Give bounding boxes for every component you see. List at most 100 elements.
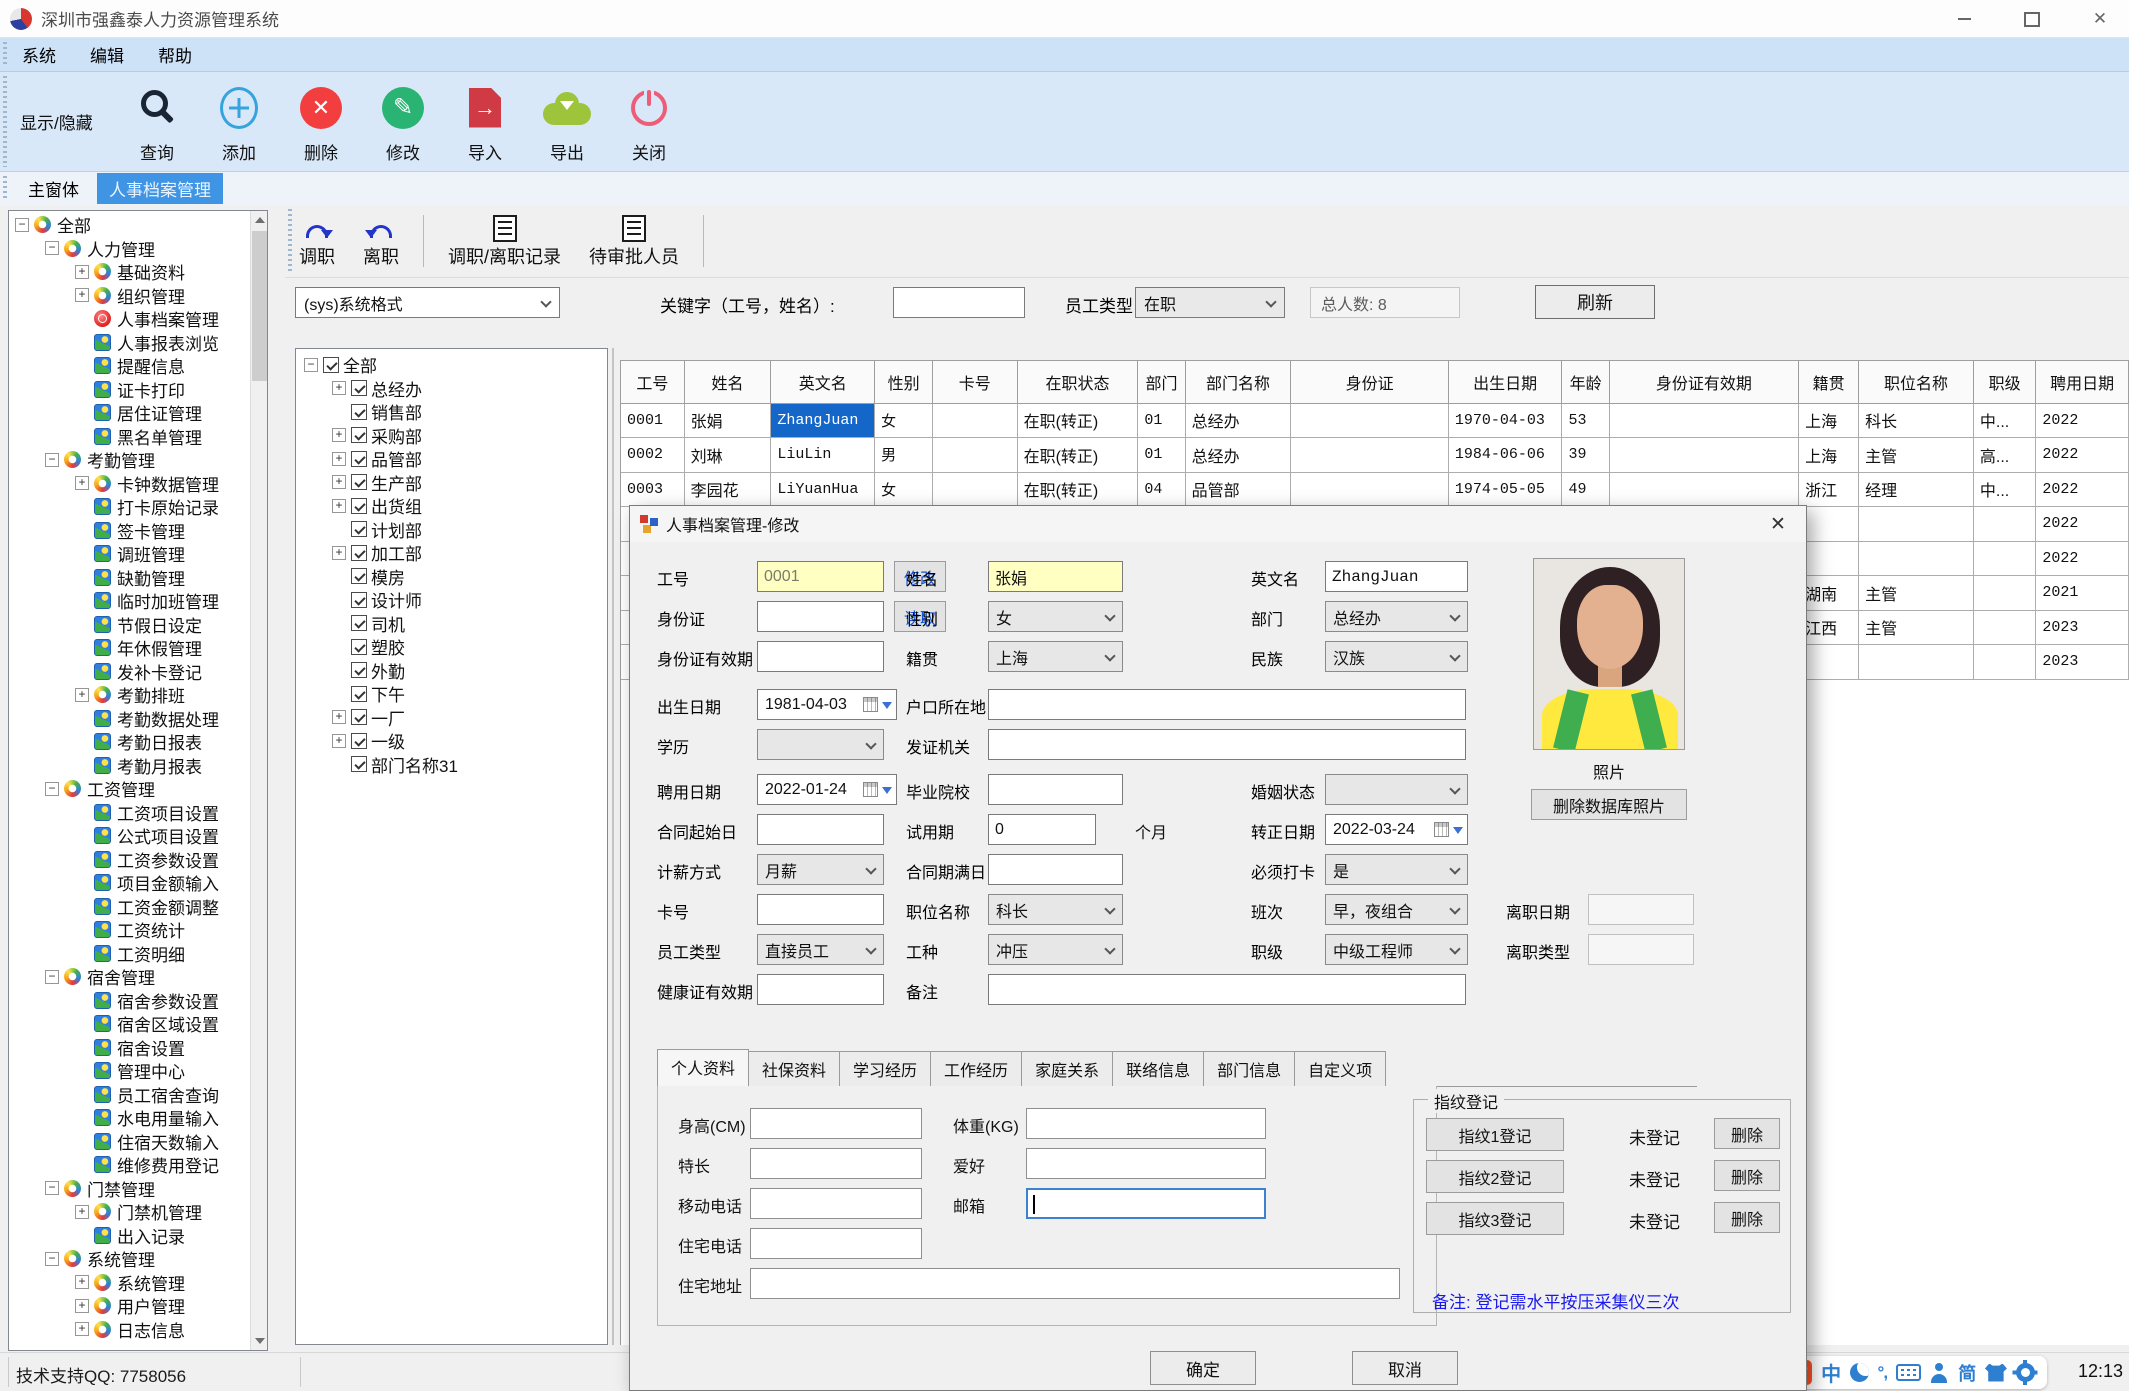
dept-item-下午[interactable]: 下午 — [296, 682, 607, 706]
marital-status-select[interactable] — [1325, 774, 1468, 805]
collapse-icon[interactable]: − — [45, 241, 59, 256]
collapse-icon[interactable]: − — [45, 1251, 59, 1266]
fingerprint-delete-button-2[interactable]: 删除 — [1714, 1160, 1780, 1191]
shift-select[interactable]: 早，夜组合 — [1325, 894, 1468, 925]
action-调职/离职记录[interactable]: 调职/离职记录 — [434, 209, 575, 273]
cell[interactable]: 2022 — [2035, 541, 2129, 576]
cell[interactable]: 0001 — [621, 403, 685, 438]
column-header-身份证有效期[interactable]: 身份证有效期 — [1609, 361, 1800, 404]
cell[interactable] — [1290, 472, 1449, 507]
cell[interactable]: 1974-05-05 — [1448, 472, 1563, 507]
toolbar-button-修改[interactable]: 修改 — [362, 76, 444, 168]
detail-tab-联络信息[interactable]: 联络信息 — [1112, 1051, 1205, 1086]
email-field[interactable] — [1026, 1188, 1266, 1219]
checkbox-checked-icon[interactable] — [351, 685, 367, 702]
cell[interactable]: 01 — [1137, 437, 1186, 473]
checkbox-checked-icon[interactable] — [351, 638, 367, 655]
checkbox-checked-icon[interactable] — [351, 709, 367, 726]
expand-icon[interactable]: + — [332, 428, 346, 443]
cell[interactable] — [1290, 437, 1449, 473]
detail-tab-自定义项[interactable]: 自定义项 — [1294, 1051, 1387, 1086]
column-header-英文名[interactable]: 英文名 — [770, 361, 876, 404]
sidebar-item-卡钟数据管理[interactable]: + 卡钟数据管理 — [9, 472, 249, 496]
expand-icon[interactable]: + — [75, 1322, 89, 1337]
cell[interactable]: 53 — [1561, 403, 1610, 438]
dept-item-一级[interactable]: + 一级 — [296, 729, 607, 753]
sidebar-item-发补卡登记[interactable]: 发补卡登记 — [9, 660, 249, 684]
sidebar-item-提醒信息[interactable]: 提醒信息 — [9, 354, 249, 378]
checkbox-checked-icon[interactable] — [351, 615, 367, 632]
sidebar-item-宿舍参数设置[interactable]: 宿舍参数设置 — [9, 989, 249, 1013]
dialog-title-bar[interactable]: 人事档案管理-修改 ✕ — [630, 506, 1806, 542]
column-header-姓名[interactable]: 姓名 — [684, 361, 772, 404]
expand-icon[interactable]: + — [332, 498, 346, 513]
fingerprint-register-button-2[interactable]: 指纹2登记 — [1426, 1160, 1564, 1193]
cell[interactable] — [1858, 541, 1974, 576]
panel-splitter[interactable] — [612, 348, 614, 1345]
dept-item-销售部[interactable]: 销售部 — [296, 400, 607, 424]
sidebar-item-工资项目设置[interactable]: 工资项目设置 — [9, 801, 249, 825]
checkbox-checked-icon[interactable] — [351, 474, 367, 491]
id-card-field[interactable] — [757, 601, 884, 632]
sidebar-item-全部[interactable]: − 全部 — [9, 213, 249, 237]
expand-icon[interactable]: + — [332, 733, 346, 748]
id-validity-field[interactable] — [757, 641, 884, 672]
fingerprint-delete-button-3[interactable]: 删除 — [1714, 1202, 1780, 1233]
column-header-在职状态[interactable]: 在职状态 — [1017, 361, 1139, 404]
ethnicity-select[interactable]: 汉族 — [1325, 641, 1468, 672]
cell[interactable]: 江西 — [1798, 610, 1860, 645]
cell[interactable]: 49 — [1561, 472, 1610, 507]
dept-item-模房[interactable]: 模房 — [296, 565, 607, 589]
shirt-skin-icon[interactable] — [1984, 1363, 2007, 1382]
address-field[interactable] — [750, 1268, 1400, 1299]
toolbar-button-关闭[interactable]: 关闭 — [608, 76, 690, 168]
sidebar-item-员工宿舍查询[interactable]: 员工宿舍查询 — [9, 1083, 249, 1107]
action-调职[interactable]: 调职 — [285, 209, 349, 273]
checkbox-checked-icon[interactable] — [323, 356, 339, 373]
sidebar-item-缺勤管理[interactable]: 缺勤管理 — [9, 566, 249, 590]
sidebar-item-日志信息[interactable]: + 日志信息 — [9, 1318, 249, 1342]
cell[interactable] — [1609, 403, 1800, 438]
cell[interactable]: 中... — [1973, 472, 2037, 507]
cell[interactable]: 高... — [1973, 437, 2037, 473]
expand-icon[interactable]: + — [75, 264, 89, 279]
cell[interactable] — [1973, 610, 2037, 645]
cell[interactable] — [1798, 541, 1860, 576]
menu-item-编辑[interactable]: 编辑 — [90, 42, 124, 67]
cell[interactable]: 在职(转正) — [1017, 472, 1139, 507]
cell[interactable]: 男 — [874, 437, 934, 473]
cell[interactable]: LiuLin — [770, 437, 876, 473]
must-punch-select[interactable]: 是 — [1325, 854, 1468, 885]
cell[interactable] — [932, 437, 1018, 473]
delete-photo-button[interactable]: 删除数据库照片 — [1531, 789, 1687, 820]
cell[interactable] — [1973, 575, 2037, 611]
sidebar-item-项目金额输入[interactable]: 项目金额输入 — [9, 871, 249, 895]
sidebar-item-宿舍设置[interactable]: 宿舍设置 — [9, 1036, 249, 1060]
specialty-field[interactable] — [750, 1148, 922, 1179]
cell[interactable]: 总经办 — [1185, 437, 1292, 473]
menu-item-系统[interactable]: 系统 — [22, 42, 56, 67]
cell[interactable]: LiYuanHua — [770, 472, 876, 507]
cell[interactable] — [1858, 506, 1974, 542]
health-cert-field[interactable] — [757, 974, 884, 1005]
sidebar-item-出入记录[interactable]: 出入记录 — [9, 1224, 249, 1248]
sidebar-item-宿舍管理[interactable]: − 宿舍管理 — [9, 965, 249, 989]
checkbox-checked-icon[interactable] — [351, 427, 367, 444]
cell[interactable] — [1858, 644, 1974, 680]
column-header-出生日期[interactable]: 出生日期 — [1448, 361, 1563, 404]
keyword-input[interactable] — [893, 287, 1025, 318]
cell[interactable]: 女 — [874, 403, 934, 438]
fingerprint-register-button-3[interactable]: 指纹3登记 — [1426, 1202, 1564, 1235]
checkbox-checked-icon[interactable] — [351, 732, 367, 749]
sidebar-item-系统管理[interactable]: + 系统管理 — [9, 1271, 249, 1295]
person-icon[interactable] — [1929, 1362, 1949, 1383]
checkbox-checked-icon[interactable] — [351, 380, 367, 397]
sidebar-item-用户管理[interactable]: + 用户管理 — [9, 1294, 249, 1318]
column-header-聘用日期[interactable]: 聘用日期 — [2035, 361, 2129, 404]
cell[interactable] — [932, 472, 1018, 507]
nav-scrollbar[interactable] — [250, 211, 267, 1350]
native-place-select[interactable]: 上海 — [988, 641, 1123, 672]
cell[interactable]: 上海 — [1798, 437, 1860, 473]
collapse-icon[interactable]: − — [304, 357, 318, 372]
expand-icon[interactable]: + — [75, 1204, 89, 1219]
